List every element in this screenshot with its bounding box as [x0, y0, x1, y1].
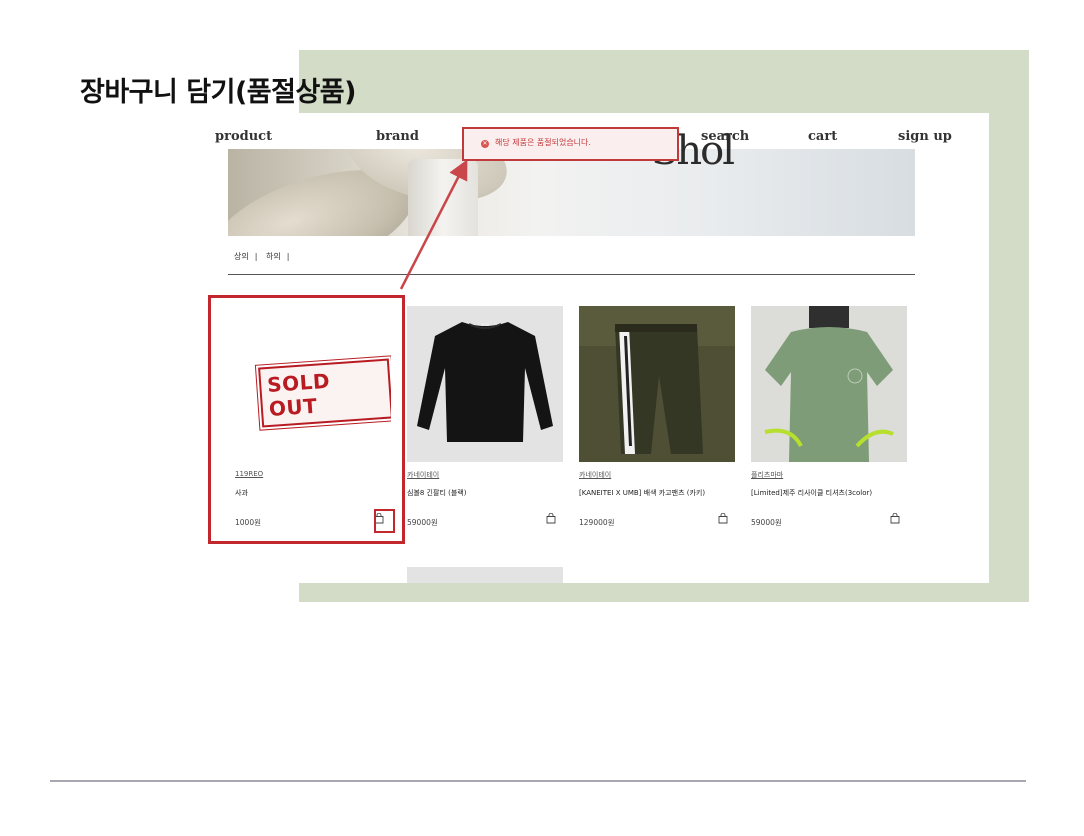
- error-icon: ✕: [481, 140, 489, 148]
- annotation-arrow: [399, 159, 468, 290]
- slide-title: 장바구니 담기(품절상품): [80, 77, 356, 108]
- soldout-toast: ✕ 해당 제품은 품절되었습니다.: [462, 127, 679, 161]
- toast-message: 해당 제품은 품절되었습니다.: [495, 138, 591, 147]
- footer-divider: [50, 780, 1026, 782]
